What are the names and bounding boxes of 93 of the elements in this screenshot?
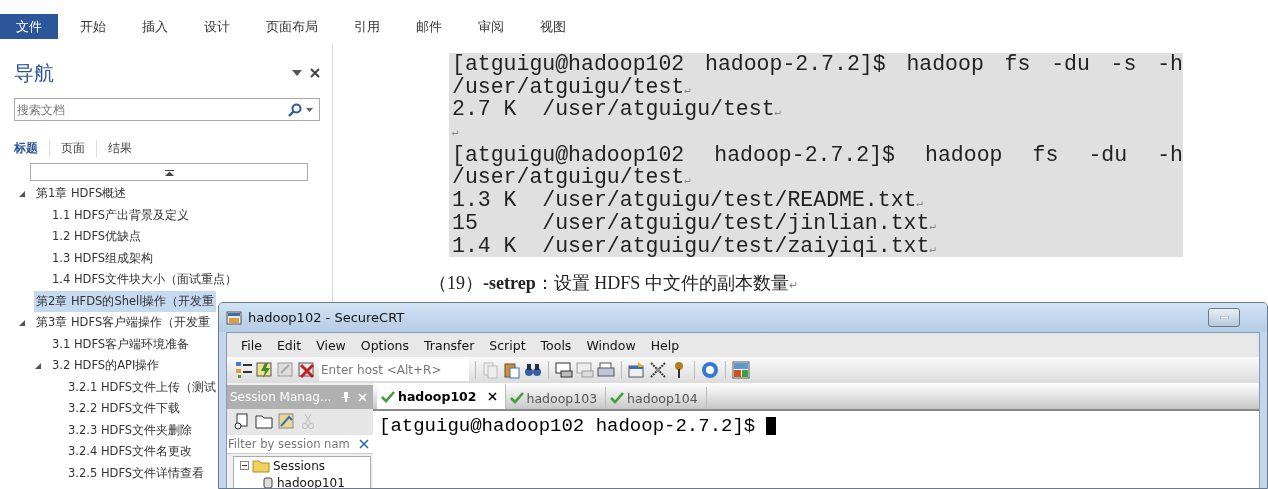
paragraph-mark: ↵ bbox=[684, 174, 691, 187]
file-tab[interactable]: 文件 bbox=[0, 14, 58, 39]
outline-item[interactable]: 3.2.1 HDFS文件上传（测试 bbox=[66, 376, 219, 398]
outline-item[interactable]: 3.2.2 HDFS文件下载 bbox=[66, 398, 183, 420]
minimize-icon bbox=[1219, 316, 1229, 319]
check-icon bbox=[381, 390, 395, 403]
ribbon-tab[interactable]: 开始 bbox=[66, 14, 120, 39]
outline-item[interactable]: 第2章 HFDS的Shell操作（开发重 bbox=[34, 290, 217, 312]
binoculars-icon[interactable] bbox=[524, 361, 542, 379]
text-cursor bbox=[766, 417, 777, 435]
expanded-arrow-icon[interactable] bbox=[18, 318, 26, 327]
up-arrow-icon bbox=[164, 168, 174, 176]
tree-icon[interactable] bbox=[235, 361, 253, 379]
window-title: hadoop102 - SecureCRT bbox=[248, 310, 405, 325]
terminal[interactable]: [atguigu@hadoop102 hadoop-2.7.2]$ bbox=[373, 409, 1259, 488]
terminal-text: [atguigu@hadoop102 hadoop-2.7.2]$ bbox=[379, 415, 756, 437]
disconnect-icon[interactable] bbox=[298, 361, 316, 379]
search-input[interactable]: 搜索文档 bbox=[17, 102, 284, 117]
filter-input[interactable]: Filter by session nam bbox=[228, 437, 359, 451]
map-icon[interactable] bbox=[732, 361, 750, 379]
close-icon[interactable] bbox=[310, 68, 320, 78]
outline-item[interactable]: 3.2.3 HDFS文件夹删除 bbox=[66, 419, 195, 441]
code-line: 1.4 K /user/atguigu/test/zaiyiqi.txt bbox=[452, 234, 930, 258]
paragraph-mark: ↵ bbox=[929, 219, 936, 232]
new-session-icon[interactable] bbox=[233, 412, 251, 430]
check-icon bbox=[610, 392, 625, 404]
menu-item[interactable]: File bbox=[241, 337, 262, 353]
ribbon-tab[interactable]: 邮件 bbox=[402, 14, 456, 39]
caret-icon[interactable] bbox=[306, 107, 313, 112]
outline-item[interactable]: 1.2 HDFS优缺点 bbox=[50, 226, 144, 248]
outline-item[interactable]: 1.3 HDFS组成架构 bbox=[50, 247, 156, 269]
paragraph-mark: ↵ bbox=[774, 106, 782, 119]
check-icon bbox=[509, 392, 524, 404]
menu-item[interactable]: Window bbox=[586, 337, 636, 353]
close-icon[interactable] bbox=[487, 392, 497, 401]
code-line: /user/atguigu/test bbox=[452, 75, 685, 99]
printer-icon[interactable] bbox=[597, 361, 615, 379]
code-line: [atguigu@hadoop102 hadoop-2.7.2]$ hadoop fs -du -h bbox=[452, 143, 1183, 167]
paragraph-mark: ↵ bbox=[684, 83, 691, 96]
paragraph-mark: ↵ bbox=[788, 279, 798, 292]
pane-tab[interactable]: 结果 bbox=[96, 139, 143, 157]
menu-item[interactable]: Edit bbox=[276, 337, 302, 353]
session-icon bbox=[262, 475, 274, 488]
paragraph-mark: ↵ bbox=[929, 242, 936, 255]
paragraph-mark: ↵ bbox=[452, 125, 459, 141]
menu-item[interactable]: Tools bbox=[540, 337, 572, 353]
session-item[interactable]: Sessions bbox=[273, 458, 326, 473]
menu-item[interactable]: View bbox=[316, 337, 346, 353]
ribbon-tab[interactable]: 页面布局 bbox=[252, 14, 332, 39]
code-line: 1.3 K /user/atguigu/test/README.txt bbox=[452, 189, 917, 212]
ribbon-tab[interactable]: 视图 bbox=[526, 14, 580, 39]
ribbon-tab[interactable]: 插入 bbox=[128, 14, 182, 39]
code-line: 2.7 K /user/atguigu/test bbox=[452, 98, 775, 122]
minimize-button[interactable] bbox=[1208, 308, 1240, 327]
pane-tab[interactable]: 标题 bbox=[14, 139, 49, 157]
paragraph-mark: ↵ bbox=[916, 197, 924, 210]
lightning-icon[interactable] bbox=[256, 361, 274, 379]
menu-item[interactable]: Options bbox=[360, 337, 410, 353]
ribbon-tab[interactable]: 审阅 bbox=[464, 14, 518, 39]
ribbon-tab[interactable]: 设计 bbox=[190, 14, 244, 39]
outline-item[interactable]: 3.2 HDFS的API操作 bbox=[50, 355, 162, 377]
paste-icon[interactable] bbox=[503, 361, 521, 379]
expanded-arrow-icon[interactable] bbox=[34, 361, 42, 370]
app-icon bbox=[226, 309, 242, 326]
window-icon[interactable] bbox=[628, 361, 646, 379]
outline-item[interactable]: 第3章 HDFS客户端操作（开发重 bbox=[34, 312, 213, 334]
code-line: 15 /user/atguigu/test/jinlian.txt bbox=[452, 211, 930, 235]
menu-item[interactable]: Transfer bbox=[424, 337, 475, 353]
collapse-icon[interactable] bbox=[240, 461, 249, 470]
outline-item[interactable]: 第1章 HDFS概述 bbox=[34, 183, 129, 205]
outline-item[interactable]: 3.2.5 HDFS文件详情查看 bbox=[66, 462, 207, 484]
panel-title: Session Manag... bbox=[230, 390, 333, 404]
expanded-arrow-icon[interactable] bbox=[18, 189, 26, 198]
ribbon-tab[interactable]: 引用 bbox=[340, 14, 394, 39]
code-line: [atguigu@hadoop102 hadoop-2.7.2]$ hadoop fs -du -s -h bbox=[452, 53, 1183, 76]
outline-item[interactable]: 3.2.4 HDFS文件名更改 bbox=[66, 441, 195, 463]
session-tab[interactable]: hadoop102 bbox=[377, 384, 506, 409]
outline-item[interactable]: 3.1 HDFS客户端环境准备 bbox=[50, 333, 192, 355]
paragraph-text: （19）-setrep：设置 HDFS 中文件的副本数量 bbox=[429, 273, 789, 294]
menu-item[interactable]: Help bbox=[650, 337, 680, 353]
folder-icon bbox=[252, 458, 270, 473]
code-line: /user/atguigu/test bbox=[452, 166, 685, 190]
pane-tab[interactable]: 页面 bbox=[49, 139, 96, 157]
search-icon[interactable] bbox=[288, 102, 302, 117]
pane-title: 导航 bbox=[14, 59, 55, 87]
clear-icon[interactable] bbox=[359, 439, 369, 449]
outline-item[interactable]: 1.1 HDFS产出背景及定义 bbox=[50, 204, 192, 226]
outline-item[interactable]: 1.4 HDFS文件块大小（面试重点） bbox=[50, 269, 240, 291]
search-field[interactable]: 搜索文档 bbox=[14, 98, 320, 121]
filter-field[interactable]: Filter by session nam bbox=[227, 435, 373, 454]
menu-item[interactable]: Script bbox=[489, 337, 526, 353]
dropdown-icon[interactable] bbox=[292, 70, 302, 76]
print-screen-icon[interactable] bbox=[555, 361, 573, 379]
